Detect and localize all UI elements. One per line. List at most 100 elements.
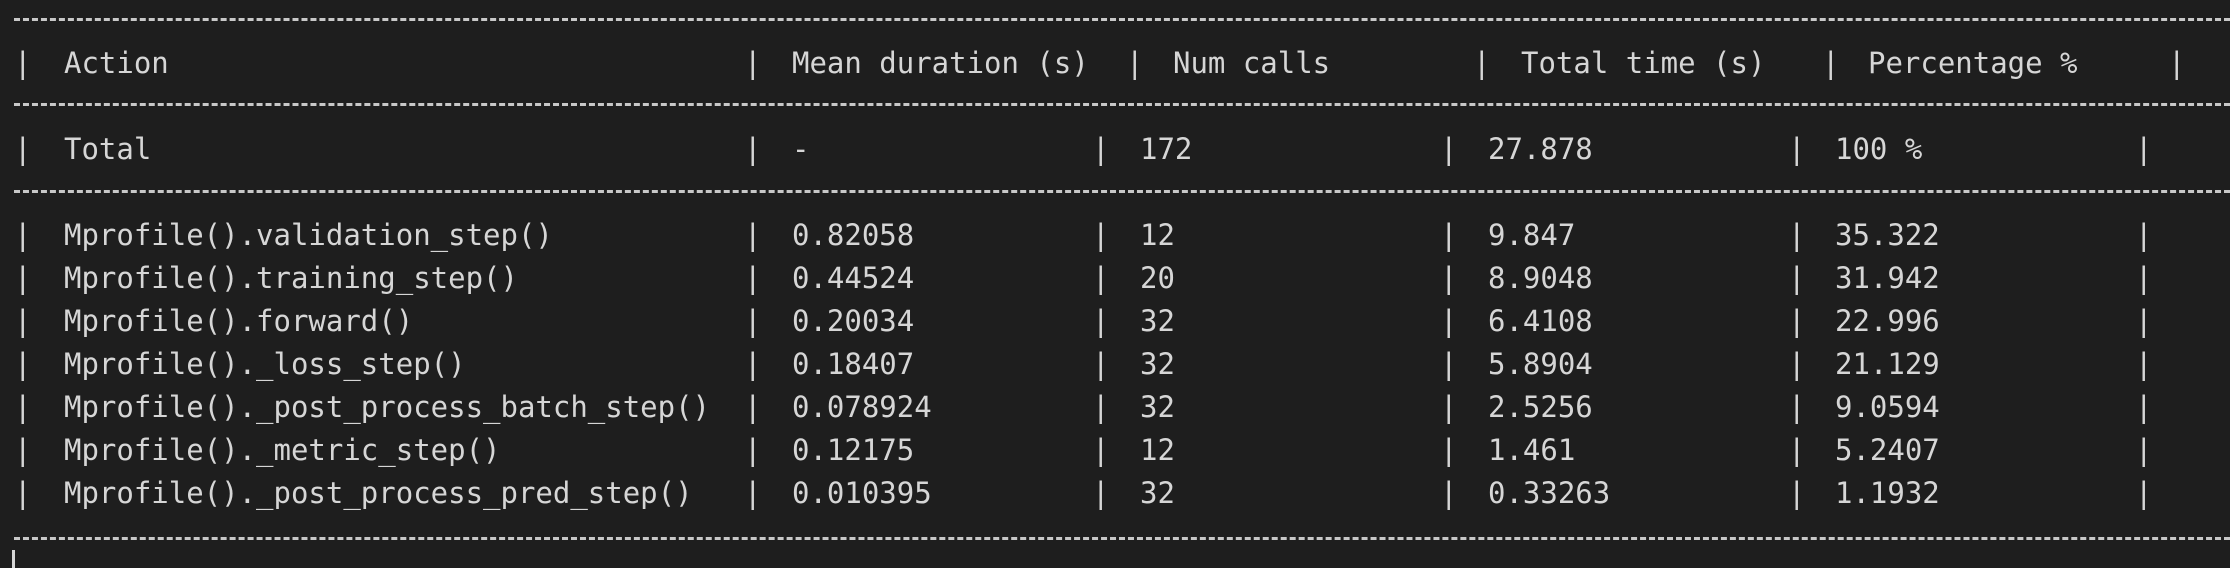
cell-total-time: 2.5256 (1488, 390, 1593, 424)
column-divider: | (744, 390, 762, 424)
cell-mean-duration: 0.18407 (792, 347, 915, 381)
table-row: | | | | | | Mprofile()._post_process_pred_step… (0, 473, 2230, 513)
column-divider: | (1092, 304, 1110, 338)
cell-num-calls: 20 (1140, 261, 1175, 295)
column-divider: | (1126, 46, 1144, 80)
column-divider: | (1092, 261, 1110, 295)
column-divider: | (1440, 390, 1458, 424)
column-divider: | (1788, 347, 1806, 381)
column-divider: | (1788, 261, 1806, 295)
column-divider: | (14, 347, 32, 381)
column-divider: | (1440, 218, 1458, 252)
column-divider: | (14, 46, 32, 80)
column-divider: | (1788, 132, 1806, 166)
column-divider: | (2135, 390, 2153, 424)
cell-total-time: 6.4108 (1488, 304, 1593, 338)
column-divider: | (1092, 132, 1110, 166)
column-divider: | (1092, 347, 1110, 381)
column-divider: | (14, 476, 32, 510)
cell-action: Mprofile().forward() (64, 304, 414, 338)
table-row: | | | | | | Mprofile()._loss_step() 0.18407 32 5.… (0, 344, 2230, 384)
terminal-cursor (12, 550, 15, 568)
column-divider: | (744, 132, 762, 166)
column-divider: | (1092, 390, 1110, 424)
table-row: | | | | | | Mprofile().validation_step() 0.8205… (0, 215, 2230, 255)
column-divider: | (1440, 132, 1458, 166)
cell-num-calls: 32 (1140, 347, 1175, 381)
cell-percentage: 21.129 (1835, 347, 1940, 381)
column-divider: | (744, 347, 762, 381)
column-divider: | (14, 304, 32, 338)
column-divider: | (744, 304, 762, 338)
cell-mean-duration: 0.82058 (792, 218, 915, 252)
cell-percentage: 5.2407 (1835, 433, 1940, 467)
column-divider: | (744, 261, 762, 295)
cell-mean-duration: 0.20034 (792, 304, 915, 338)
column-divider: | (1788, 218, 1806, 252)
table-separator-top (14, 18, 2230, 21)
cell-mean-duration: 0.078924 (792, 390, 932, 424)
table-row: | | | | | | Mprofile()._post_process_batch_ste… (0, 387, 2230, 427)
table-row: | | | | | | Mprofile()._metric_step() 0.12175 12… (0, 430, 2230, 470)
column-divider: | (744, 476, 762, 510)
cell-mean-duration: 0.12175 (792, 433, 915, 467)
column-divider: | (1440, 433, 1458, 467)
total-mean: - (792, 132, 810, 166)
cell-mean-duration: 0.44524 (792, 261, 915, 295)
header-action: Action (64, 46, 169, 80)
cell-action: Mprofile().validation_step() (64, 218, 553, 252)
cell-mean-duration: 0.010395 (792, 476, 932, 510)
column-divider: | (2135, 132, 2153, 166)
column-divider: | (1822, 46, 1840, 80)
terminal-output: | Action | Mean duration (s) | Num calls… (0, 0, 2230, 568)
cell-action: Mprofile().training_step() (64, 261, 518, 295)
cell-percentage: 31.942 (1835, 261, 1940, 295)
column-divider: | (14, 261, 32, 295)
table-total-row: | Total | - | 172 | 27.878 | 100 % | (0, 129, 2230, 169)
cell-action: Mprofile()._metric_step() (64, 433, 501, 467)
column-divider: | (1788, 390, 1806, 424)
column-divider: | (14, 218, 32, 252)
column-divider: | (14, 132, 32, 166)
cell-percentage: 35.322 (1835, 218, 1940, 252)
column-divider: | (744, 218, 762, 252)
column-divider: | (2168, 46, 2186, 80)
table-separator-bottom (14, 537, 2230, 540)
table-separator-total (14, 190, 2230, 193)
column-divider: | (2135, 218, 2153, 252)
column-divider: | (1788, 433, 1806, 467)
column-divider: | (14, 390, 32, 424)
column-divider: | (1092, 476, 1110, 510)
cell-total-time: 9.847 (1488, 218, 1576, 252)
header-percentage: Percentage % (1868, 46, 2078, 80)
column-divider: | (1788, 476, 1806, 510)
cell-percentage: 22.996 (1835, 304, 1940, 338)
cell-action: Mprofile()._post_process_batch_step() (64, 390, 711, 424)
column-divider: | (744, 46, 762, 80)
column-divider: | (1440, 476, 1458, 510)
column-divider: | (2135, 304, 2153, 338)
total-percentage: 100 % (1835, 132, 1923, 166)
cell-total-time: 5.8904 (1488, 347, 1593, 381)
column-divider: | (1473, 46, 1491, 80)
column-divider: | (1440, 347, 1458, 381)
cell-action: Mprofile()._loss_step() (64, 347, 466, 381)
total-action: Total (64, 132, 152, 166)
column-divider: | (1092, 218, 1110, 252)
table-row: | | | | | | Mprofile().forward() 0.20034 32 6.410… (0, 301, 2230, 341)
column-divider: | (1092, 433, 1110, 467)
column-divider: | (14, 433, 32, 467)
column-divider: | (1440, 261, 1458, 295)
table-row: | | | | | | Mprofile().training_step() 0.44524 2… (0, 258, 2230, 298)
total-calls: 172 (1140, 132, 1193, 166)
header-num-calls: Num calls (1173, 46, 1331, 80)
cell-total-time: 0.33263 (1488, 476, 1611, 510)
column-divider: | (2135, 476, 2153, 510)
cell-percentage: 1.1932 (1835, 476, 1940, 510)
cell-action: Mprofile()._post_process_pred_step() (64, 476, 693, 510)
column-divider: | (2135, 347, 2153, 381)
header-total-time: Total time (s) (1521, 46, 1766, 80)
column-divider: | (1788, 304, 1806, 338)
column-divider: | (2135, 261, 2153, 295)
column-divider: | (744, 433, 762, 467)
